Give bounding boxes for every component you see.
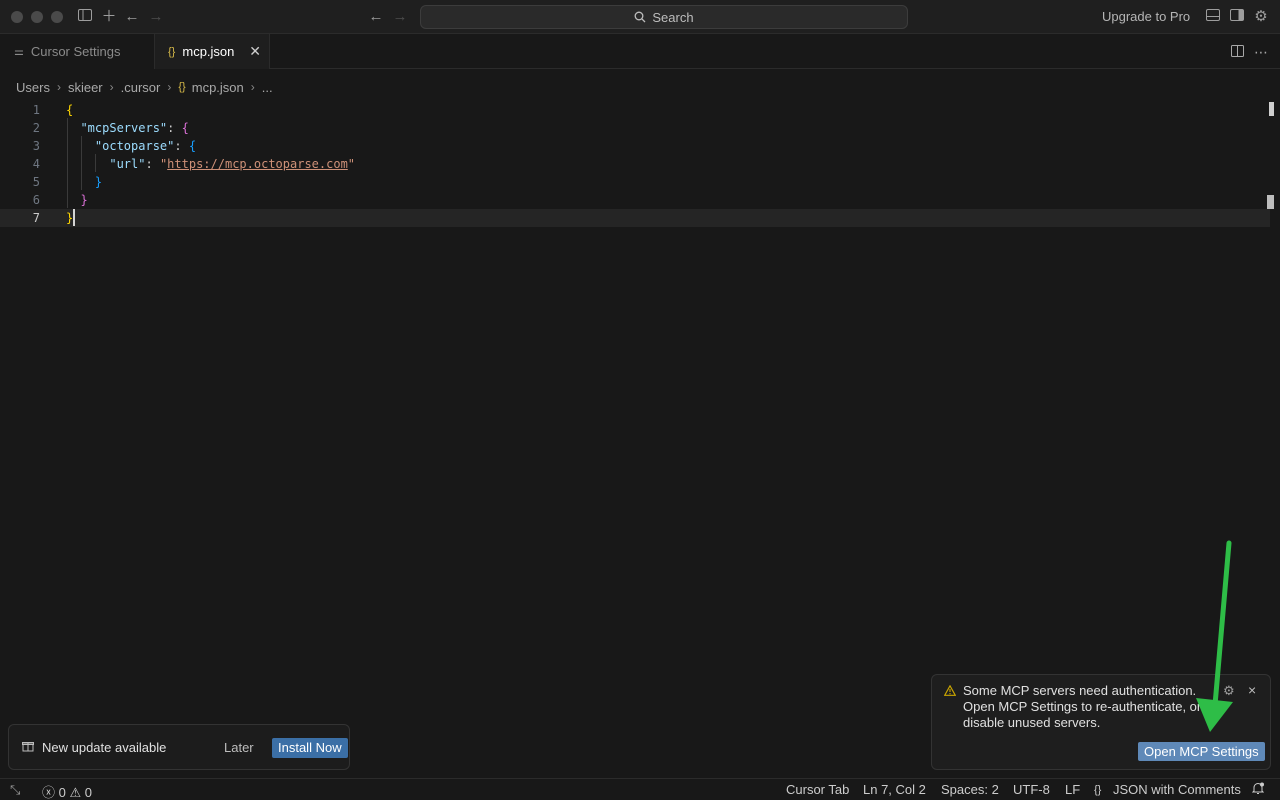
- json-key: "url": [109, 157, 146, 171]
- sliders-icon: ⚌: [14, 46, 24, 58]
- json-key: "octoparse": [94, 139, 175, 153]
- line-number: 5: [32, 175, 40, 189]
- code-line: 6 }: [0, 191, 1270, 209]
- json-file-icon: {}: [178, 81, 186, 93]
- chevron-right-icon: ›: [109, 80, 114, 94]
- close-notification-icon[interactable]: ×: [1248, 682, 1256, 698]
- notification-settings-gear-icon[interactable]: ⚙: [1223, 683, 1235, 699]
- gift-icon: [22, 740, 34, 755]
- code-line: 3 "octoparse": {: [0, 137, 1270, 155]
- update-toast: New update available Later Install Now: [8, 724, 350, 770]
- install-now-button[interactable]: Install Now: [272, 738, 348, 758]
- notification-message: Some MCP servers need authentication. Op…: [963, 683, 1208, 731]
- url-link[interactable]: https://mcp.octoparse.com: [167, 157, 348, 171]
- title-bar: ＋ ← → ← → Search Upgrade to Pro ⚙: [0, 0, 1280, 34]
- json-colon: :: [145, 157, 160, 171]
- back-arrow-icon[interactable]: ←: [123, 8, 141, 26]
- search-bar[interactable]: Search: [420, 5, 908, 29]
- warning-icon: [943, 684, 957, 699]
- split-editor-icon[interactable]: [1228, 43, 1246, 61]
- scrollbar-thumb[interactable]: [1269, 102, 1274, 116]
- scrollbar-cursor-marker: [1267, 195, 1274, 209]
- update-message: New update available: [42, 740, 167, 755]
- tab-label: mcp.json: [182, 44, 235, 59]
- indentation-status[interactable]: Spaces: 2: [941, 782, 999, 797]
- notification-line: Some MCP servers need authentication.: [963, 683, 1197, 698]
- brace-close: }: [94, 175, 103, 189]
- code-line: 2 "mcpServers": {: [0, 119, 1270, 137]
- breadcrumb-item[interactable]: ...: [262, 80, 273, 95]
- search-icon: [634, 11, 646, 23]
- toggle-secondary-sidebar-icon[interactable]: [1228, 8, 1246, 26]
- error-icon: ⓧ: [42, 785, 56, 800]
- brace-close: }: [80, 193, 88, 207]
- line-number: 2: [32, 121, 40, 135]
- breadcrumb: Users › skieer › .cursor › {} mcp.json ›…: [16, 78, 273, 96]
- string-quote: ": [347, 157, 356, 171]
- chevron-right-icon: ›: [250, 80, 255, 94]
- line-number: 7: [32, 211, 40, 225]
- line-number: 4: [32, 157, 40, 171]
- breadcrumb-item[interactable]: .cursor: [121, 80, 161, 95]
- close-tab-icon[interactable]: ✕: [249, 43, 261, 60]
- forward-arrow-icon[interactable]: →: [147, 8, 165, 26]
- error-count: 0: [58, 785, 66, 800]
- cursor-position[interactable]: Ln 7, Col 2: [863, 782, 926, 797]
- toggle-panel-icon[interactable]: [1204, 8, 1222, 26]
- warning-icon: ⚠: [69, 785, 82, 800]
- search-label: Search: [652, 9, 694, 25]
- breadcrumb-item[interactable]: Users: [16, 80, 50, 95]
- problems-indicator[interactable]: ⓧ 0 ⚠ 0: [42, 782, 92, 800]
- notification-line: Open MCP Settings to re-authenticate, or: [963, 699, 1202, 714]
- language-icon: {}: [1094, 784, 1102, 796]
- warning-count: 0: [84, 785, 93, 800]
- remote-connection-icon[interactable]: ⤡: [10, 782, 20, 798]
- toggle-sidebar-icon[interactable]: [76, 8, 94, 26]
- code-line: 4 "url": "https://mcp.octoparse.com": [0, 155, 1270, 173]
- upgrade-to-pro-link[interactable]: Upgrade to Pro: [1102, 9, 1190, 24]
- nav-forward-icon[interactable]: →: [391, 8, 409, 26]
- text-cursor: [73, 209, 75, 226]
- later-button[interactable]: Later: [224, 740, 254, 755]
- notifications-bell-icon[interactable]: [1251, 782, 1265, 798]
- line-number: 6: [32, 193, 40, 207]
- eol-status[interactable]: LF: [1065, 782, 1080, 797]
- code-line: 5 }: [0, 173, 1270, 191]
- more-actions-icon[interactable]: ⋯: [1252, 43, 1270, 61]
- chevron-right-icon: ›: [167, 80, 172, 94]
- minimize-window-button[interactable]: [31, 11, 43, 23]
- settings-gear-icon[interactable]: ⚙: [1252, 8, 1270, 26]
- tab-cursor-settings[interactable]: ⚌ Cursor Settings: [0, 34, 155, 69]
- zoom-window-button[interactable]: [51, 11, 63, 23]
- line-number: 1: [32, 103, 40, 117]
- language-mode[interactable]: JSON with Comments: [1113, 782, 1241, 797]
- nav-back-icon[interactable]: ←: [367, 8, 385, 26]
- breadcrumb-item[interactable]: mcp.json: [192, 80, 244, 95]
- line-number: 3: [32, 139, 40, 153]
- breadcrumb-item[interactable]: skieer: [68, 80, 103, 95]
- brace-open: {: [188, 139, 197, 153]
- json-file-icon: {}: [168, 45, 176, 58]
- status-bar: ⤡ ⓧ 0 ⚠ 0 Cursor Tab Ln 7, Col 2 Spaces:…: [0, 778, 1280, 800]
- code-line: 1 {: [0, 101, 1270, 119]
- brace-open: {: [181, 121, 189, 135]
- mcp-auth-notification: Some MCP servers need authentication. Op…: [931, 674, 1271, 770]
- json-colon: :: [174, 139, 189, 153]
- new-tab-icon[interactable]: ＋: [100, 8, 118, 26]
- brace-open: {: [66, 103, 74, 117]
- encoding-status[interactable]: UTF-8: [1013, 782, 1050, 797]
- open-mcp-settings-button[interactable]: Open MCP Settings: [1138, 742, 1265, 761]
- tab-label: Cursor Settings: [30, 44, 121, 59]
- chevron-right-icon: ›: [56, 80, 61, 94]
- json-colon: :: [167, 121, 182, 135]
- tab-mcp-json[interactable]: {} mcp.json ✕: [155, 34, 270, 69]
- json-key: "mcpServers": [80, 121, 168, 135]
- cursor-tab-status[interactable]: Cursor Tab: [786, 782, 849, 797]
- notification-line: disable unused servers.: [963, 715, 1101, 730]
- tab-bar: ⚌ Cursor Settings {} mcp.json ✕ ⋯: [0, 34, 1280, 69]
- code-line-current: 7 }: [0, 209, 1270, 227]
- close-window-button[interactable]: [11, 11, 23, 23]
